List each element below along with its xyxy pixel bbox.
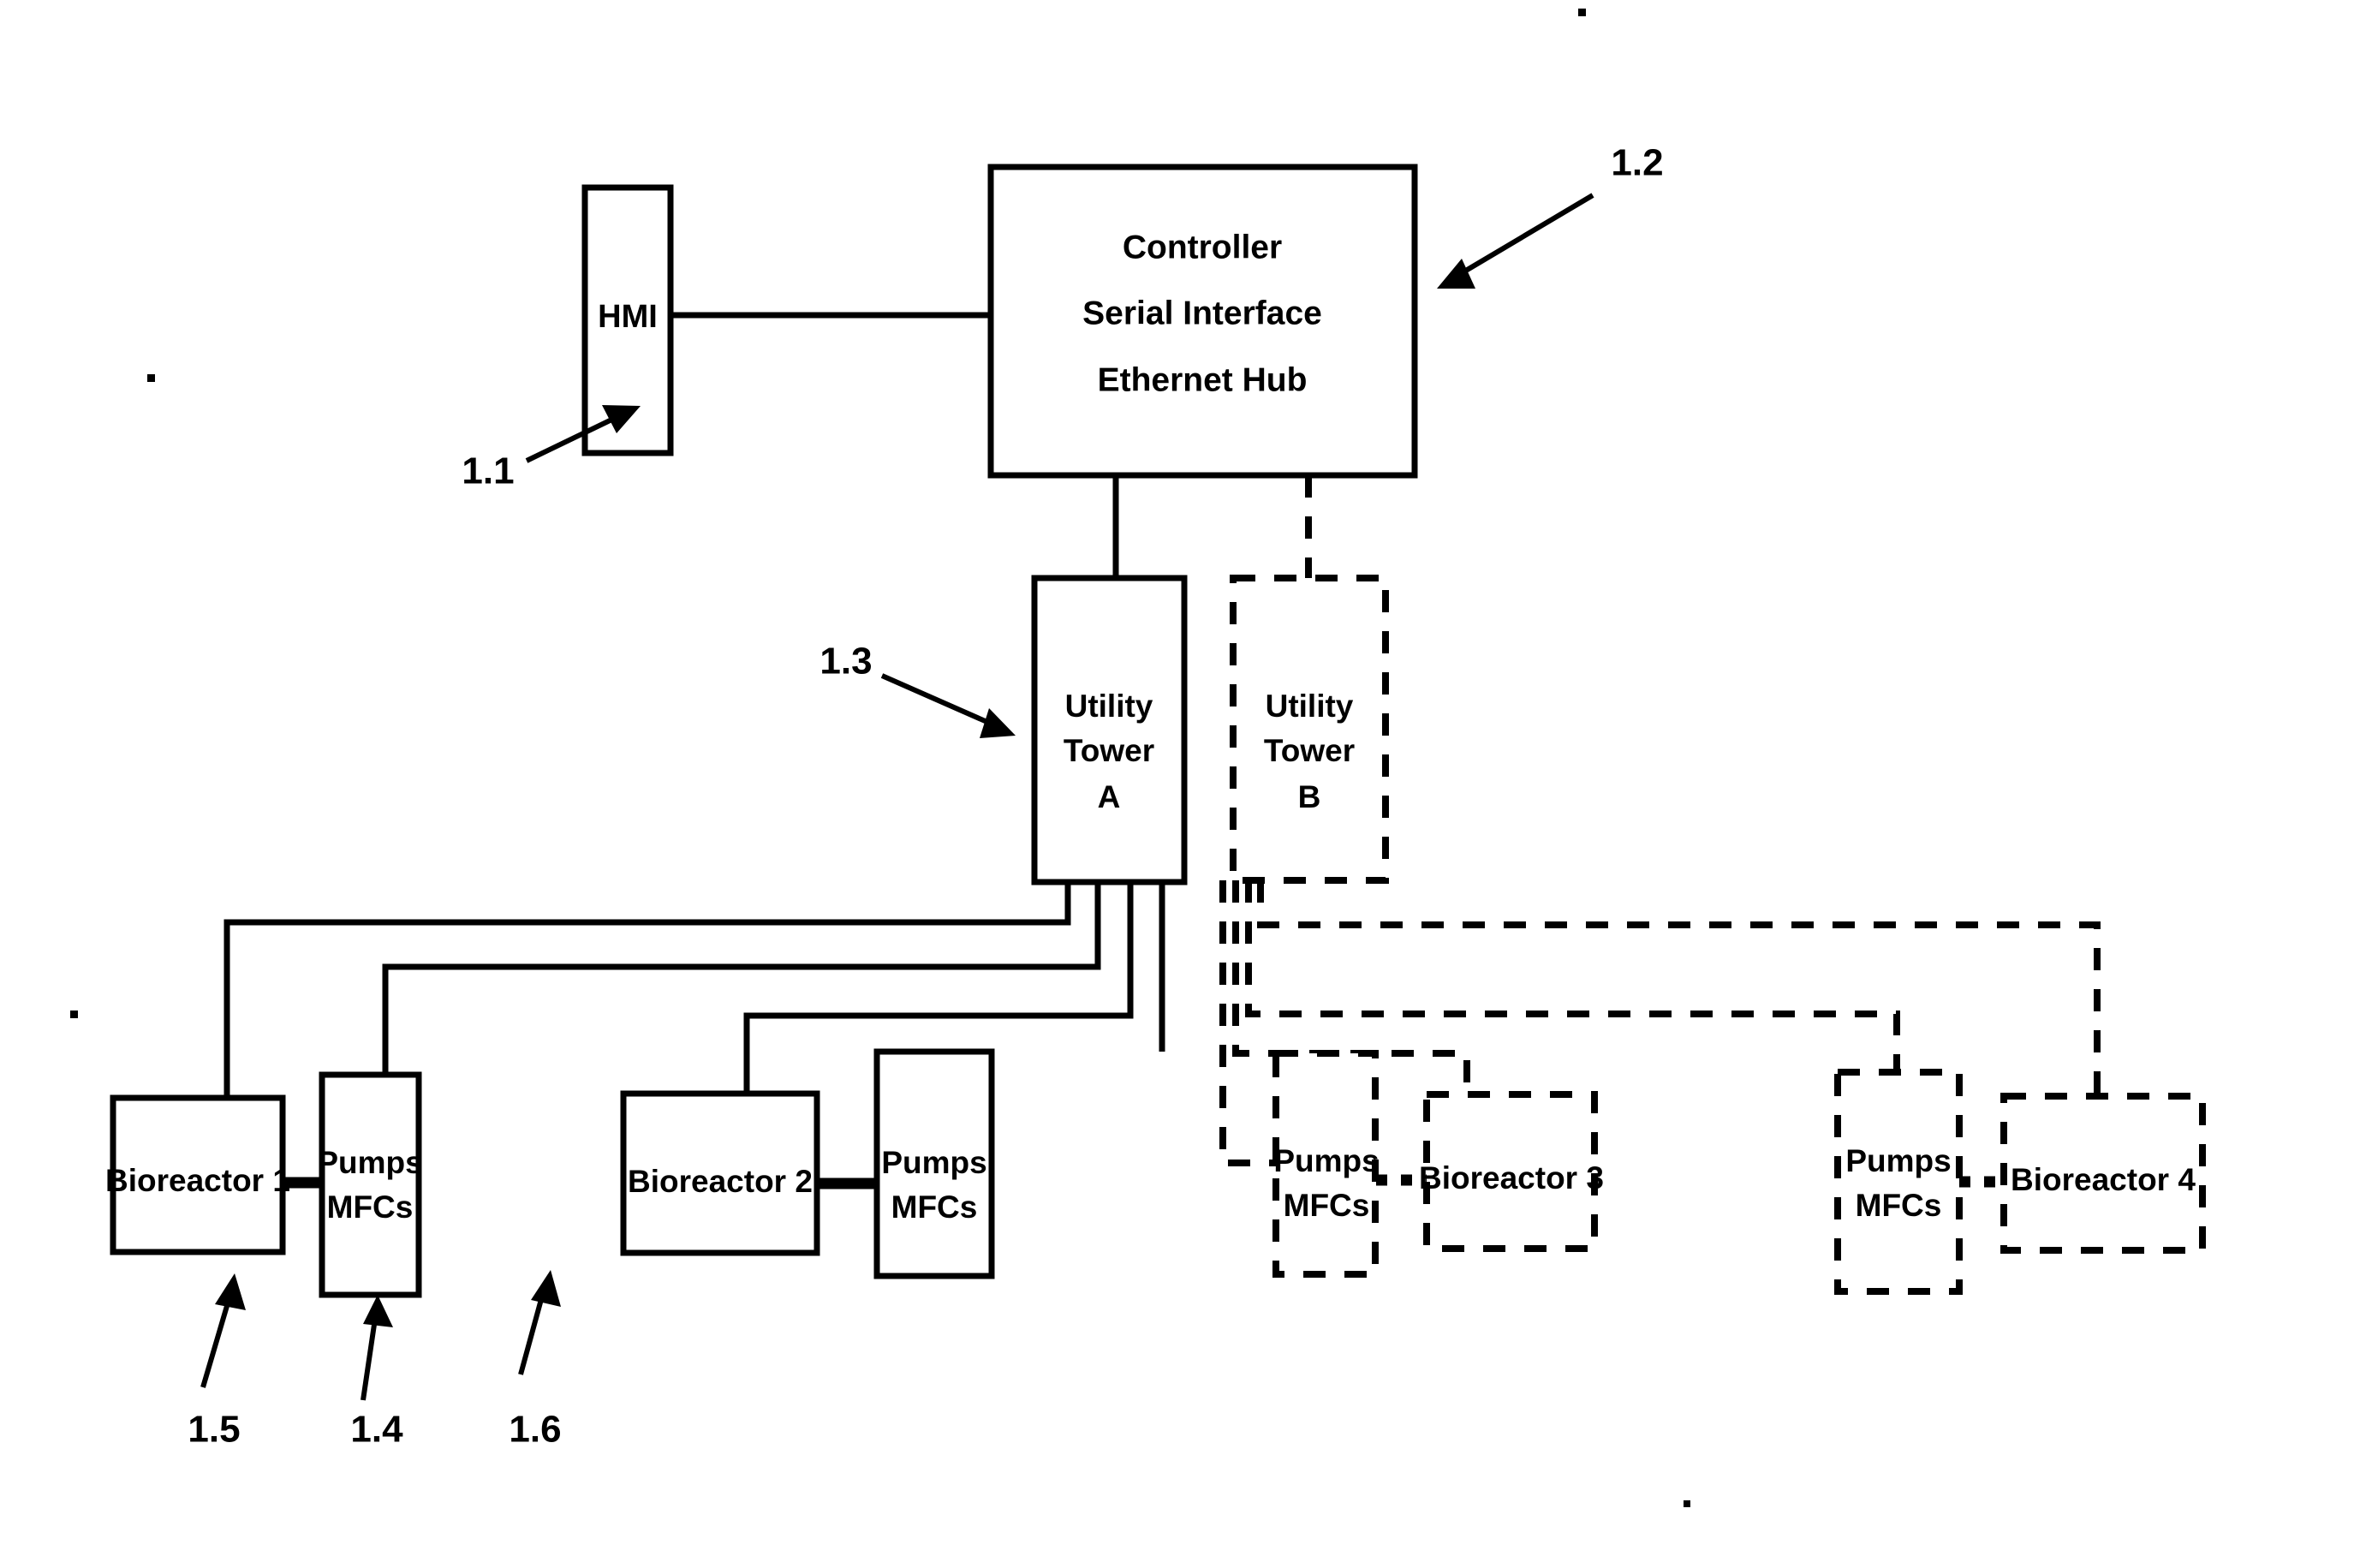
leader-line-1-6	[518, 1292, 545, 1375]
link-tower-a-pumps-1	[382, 882, 1101, 1075]
leader-arrowhead-1-4	[363, 1295, 393, 1327]
node-utility-tower-a[interactable]: Utility Tower A	[1031, 575, 1188, 885]
leader-arrowhead-1-2	[1437, 259, 1475, 289]
reference-callout-1-2: 1.2	[1437, 142, 1664, 289]
scan-speck	[1578, 9, 1586, 16]
leader-line-1-5	[200, 1305, 229, 1388]
link-tower-b-pumps-4	[1245, 880, 1900, 1072]
node-pumps-mfcs-3[interactable]: Pumps MFCs	[1272, 1050, 1380, 1278]
block-diagram: HMI Controller Serial Interface Ethernet…	[70, 9, 2206, 1507]
node-utility-tower-b[interactable]: Utility Tower B	[1230, 575, 1389, 884]
pumps-mfcs-3-label-line-1: Pumps	[1273, 1143, 1379, 1178]
utility-tower-b-label-line-2: Tower	[1264, 733, 1355, 768]
reference-label-1-6: 1.6	[509, 1409, 561, 1451]
node-bioreactor-2[interactable]: Bioreactor 2	[620, 1090, 820, 1256]
reference-label-1-2: 1.2	[1611, 142, 1663, 184]
pumps-mfcs-3-label-line-2: MFCs	[1284, 1188, 1370, 1223]
pumps-mfcs-4-label-line-1: Pumps	[1845, 1143, 1951, 1178]
utility-tower-b-label-line-1: Utility	[1266, 689, 1354, 724]
utility-tower-a-label-line-1: Utility	[1065, 689, 1153, 724]
controller-label-line-3: Ethernet Hub	[1098, 361, 1308, 398]
utility-tower-a-label-line-3: A	[1098, 779, 1121, 814]
utility-tower-a-label-line-2: Tower	[1064, 733, 1154, 768]
reference-callout-1-4: 1.4	[350, 1295, 403, 1451]
node-bioreactor-1[interactable]: Bioreactor 1	[105, 1094, 290, 1255]
pumps-mfcs-1-label-line-1: Pumps	[317, 1145, 422, 1180]
bioreactor-1-label: Bioreactor 1	[105, 1163, 290, 1198]
reference-label-1-1: 1.1	[462, 450, 514, 492]
diagram-canvas: HMI Controller Serial Interface Ethernet…	[0, 0, 2372, 1568]
controller-label-line-2: Serial Interface	[1082, 295, 1322, 331]
node-bioreactor-4[interactable]: Bioreactor 4	[2000, 1093, 2206, 1254]
pumps-mfcs-2-label-line-1: Pumps	[881, 1145, 986, 1180]
leader-arrowhead-1-6	[531, 1270, 561, 1307]
pumps-mfcs-2-label-line-2: MFCs	[891, 1189, 978, 1225]
reference-label-1-3: 1.3	[819, 641, 872, 683]
reference-callout-1-3: 1.3	[819, 641, 1016, 738]
bioreactor-3-label: Bioreactor 3	[1419, 1160, 1604, 1195]
pumps-mfcs-1-label-line-2: MFCs	[327, 1189, 414, 1225]
leader-line-1-3	[880, 673, 991, 725]
scan-speck	[1684, 1500, 1690, 1507]
node-bioreactor-3[interactable]: Bioreactor 3	[1419, 1091, 1604, 1252]
node-controller[interactable]: Controller Serial Interface Ethernet Hub	[987, 164, 1418, 479]
node-pumps-mfcs-2[interactable]: Pumps MFCs	[873, 1048, 995, 1279]
node-pumps-mfcs-1[interactable]: Pumps MFCs	[317, 1071, 423, 1298]
node-pumps-mfcs-4[interactable]: Pumps MFCs	[1834, 1069, 1963, 1295]
bioreactor-4-label: Bioreactor 4	[2011, 1162, 2196, 1197]
leader-arrowhead-1-5	[215, 1273, 246, 1310]
leader-line-1-2	[1458, 193, 1594, 277]
scan-speck	[147, 374, 155, 382]
scan-speck	[70, 1011, 78, 1018]
link-tower-b-bioreactor-4	[1257, 880, 2101, 1096]
controller-label-line-1: Controller	[1123, 229, 1282, 265]
utility-tower-b-label-line-3: B	[1298, 779, 1321, 814]
reference-callout-1-6: 1.6	[509, 1270, 562, 1451]
reference-label-1-4: 1.4	[350, 1409, 403, 1451]
leader-arrowhead-1-3	[980, 708, 1016, 738]
reference-label-1-5: 1.5	[188, 1409, 240, 1451]
reference-callout-1-5: 1.5	[188, 1273, 246, 1451]
bioreactor-2-label: Bioreactor 2	[628, 1164, 813, 1199]
leader-line-1-4	[361, 1318, 378, 1401]
pumps-mfcs-4-label-line-2: MFCs	[1856, 1188, 1942, 1223]
hmi-label: HMI	[598, 299, 658, 335]
